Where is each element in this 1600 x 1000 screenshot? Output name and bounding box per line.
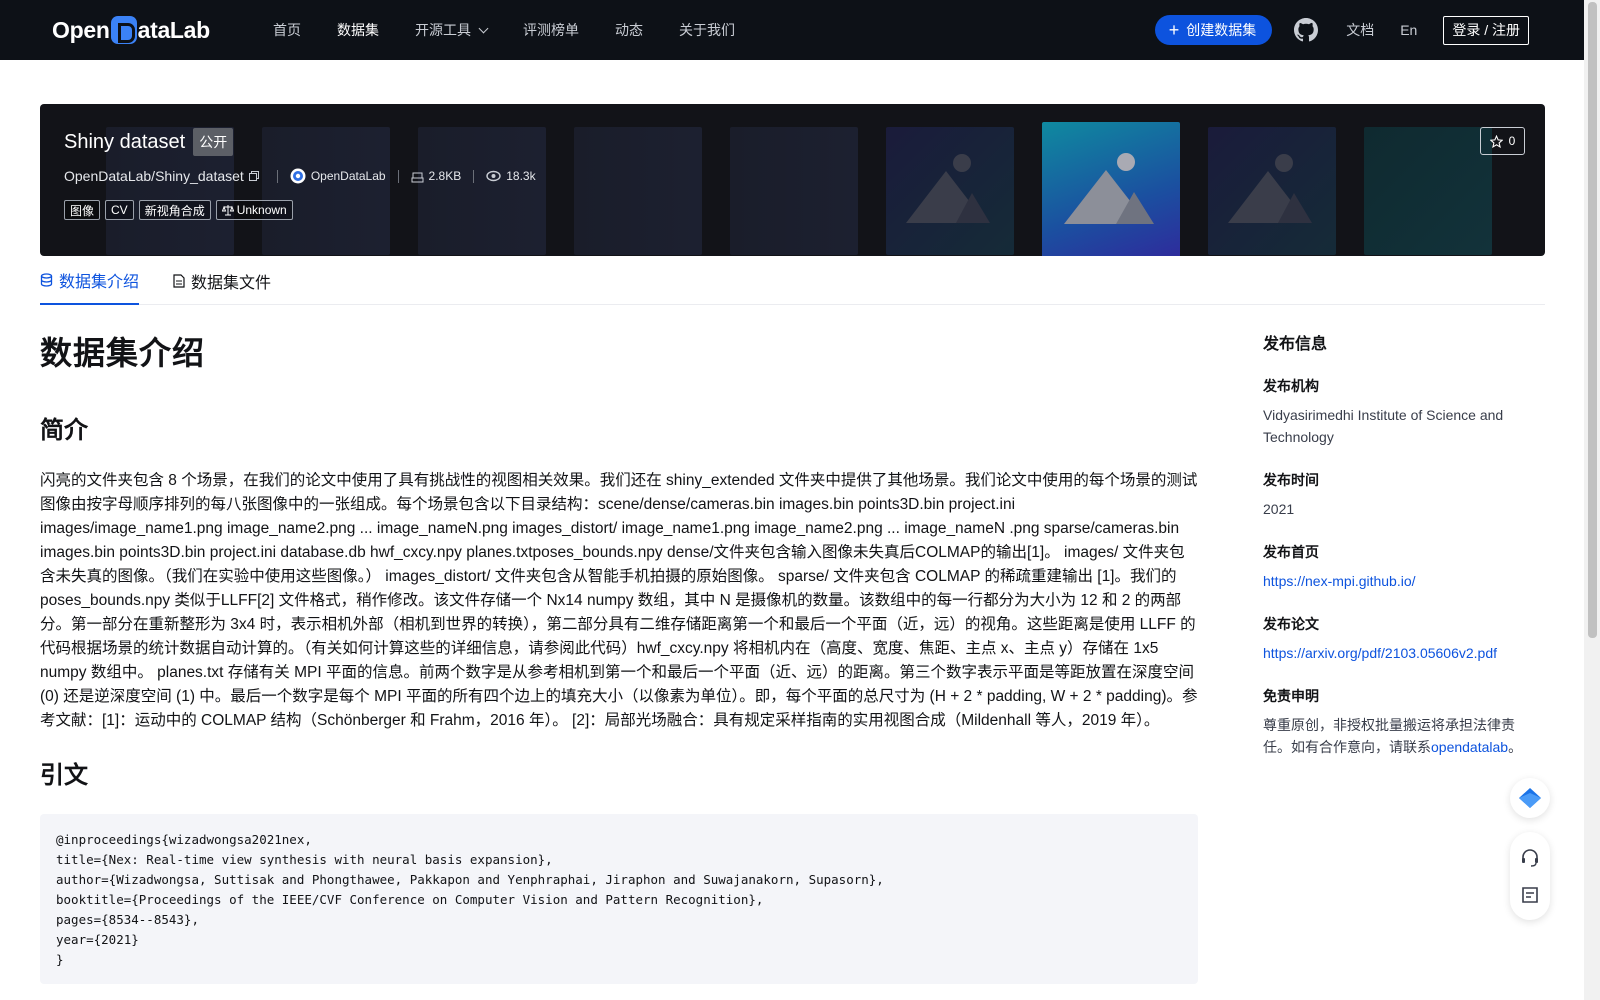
dataset-meta: OpenDataLab/Shiny_dataset OpenDataLab 2.… [64, 168, 536, 184]
star-button[interactable]: 0 [1480, 127, 1525, 155]
preview-thumbnail[interactable] [1208, 127, 1336, 255]
disclaimer-text: 尊重原创，非授权批量搬运将承担法律责任。如有合作意向，请联系opendatala… [1263, 717, 1523, 755]
tab-dataset-intro[interactable]: 数据集介绍 [40, 256, 140, 305]
paper-link[interactable]: https://arxiv.org/pdf/2103.05606v2.pdf [1263, 645, 1497, 661]
nav-right: + 创建数据集 文档 En 登录 / 注册 [1154, 0, 1529, 60]
contact-link[interactable]: opendatalab [1431, 739, 1508, 755]
intro-heading: 简介 [40, 417, 88, 444]
publish-info-sidebar: 发布信息 发布机构 Vidyasirimedhi Institute of Sc… [1263, 320, 1523, 758]
main-content: 数据集介绍 简介 闪亮的文件夹包含 8 个场景，在我们的论文中使用了具有挑战性的… [40, 320, 1198, 984]
intro-paragraph: 闪亮的文件夹包含 8 个场景，在我们的论文中使用了具有挑战性的视图相关效果。我们… [40, 472, 1198, 729]
repo-path: OpenDataLab/Shiny_dataset [64, 168, 244, 184]
nav-item-open-tools[interactable]: 开源工具 [415, 20, 489, 40]
eye-icon [486, 170, 501, 182]
copy-icon[interactable] [248, 170, 260, 182]
nav-item-news[interactable]: 动态 [615, 20, 643, 40]
docs-link[interactable]: 文档 [1346, 20, 1374, 40]
nav-item-home[interactable]: 首页 [273, 20, 301, 40]
database-icon [40, 272, 53, 287]
float-feature-button[interactable] [1510, 778, 1550, 818]
publisher-avatar-icon [290, 168, 306, 184]
file-icon [173, 273, 185, 288]
diamond-logo-icon [1519, 788, 1541, 808]
disclaimer-label: 免责申明 [1263, 688, 1319, 704]
nav-item-about[interactable]: 关于我们 [679, 20, 735, 40]
github-icon[interactable] [1294, 18, 1319, 42]
tab-dataset-files[interactable]: 数据集文件 [173, 256, 271, 305]
sidebar-heading: 发布信息 [1263, 336, 1328, 353]
preview-thumbnail[interactable] [1364, 127, 1492, 255]
image-placeholder-icon [1064, 153, 1154, 224]
star-icon [1489, 134, 1503, 148]
homepage-link[interactable]: https://nex-mpi.github.io/ [1263, 573, 1416, 589]
preview-thumbnail[interactable] [418, 127, 546, 255]
headset-support-icon[interactable] [1520, 847, 1540, 867]
image-placeholder-icon [1228, 154, 1312, 223]
preview-thumbnails [106, 122, 1520, 256]
dataset-tabs: 数据集介绍 数据集文件 [40, 256, 1545, 305]
nav-item-leaderboard[interactable]: 评测榜单 [523, 20, 579, 40]
dataset-size: 2.8KB [428, 169, 462, 183]
nav-item-datasets[interactable]: 数据集 [337, 20, 379, 40]
feedback-edit-icon[interactable] [1520, 885, 1540, 905]
tag-item[interactable]: 图像 [64, 200, 101, 220]
citation-heading: 引文 [40, 762, 88, 789]
time-label: 发布时间 [1263, 472, 1319, 488]
image-placeholder-icon [906, 154, 990, 223]
preview-thumbnail[interactable] [574, 127, 702, 255]
scrollbar-thumb[interactable] [1588, 2, 1597, 638]
opendatalab-logo[interactable]: Open ataLab [52, 14, 210, 46]
tag-list: 图像 CV 新视角合成 Unknown [64, 200, 298, 220]
page-title: 数据集介绍 [40, 335, 206, 371]
page-scrollbar[interactable] [1584, 0, 1600, 1000]
scale-icon [221, 205, 234, 216]
paper-label: 发布论文 [1263, 616, 1319, 632]
homepage-label: 发布首页 [1263, 544, 1319, 560]
preview-thumbnail[interactable] [730, 127, 858, 255]
dataset-name: Shiny dataset [64, 130, 186, 153]
create-dataset-button[interactable]: + 创建数据集 [1154, 15, 1273, 45]
preview-thumbnail-selected[interactable] [1042, 122, 1180, 256]
storage-icon [411, 172, 424, 182]
dataset-banner: Shiny dataset 公开 OpenDataLab/Shiny_datas… [40, 104, 1545, 256]
citation-code-block[interactable]: @inproceedings{wizadwongsa2021nex, title… [40, 814, 1198, 984]
visibility-badge: 公开 [193, 128, 234, 156]
tag-item[interactable]: CV [105, 200, 134, 220]
org-value: Vidyasirimedhi Institute of Science and … [1263, 407, 1504, 445]
star-count: 0 [1508, 134, 1516, 148]
login-register-button[interactable]: 登录 / 注册 [1443, 15, 1529, 45]
view-count: 18.3k [506, 169, 536, 183]
time-value: 2021 [1263, 501, 1295, 517]
preview-thumbnail[interactable] [886, 127, 1014, 255]
top-nav: Open ataLab 首页 数据集 开源工具 评测榜单 动态 关于我们 + 创建… [0, 0, 1584, 60]
preview-thumbnail[interactable] [262, 127, 390, 255]
plus-icon: + [1168, 20, 1180, 40]
float-action-group [1510, 832, 1550, 920]
publisher-name[interactable]: OpenDataLab [311, 169, 386, 183]
tag-item[interactable]: 新视角合成 [138, 200, 211, 220]
license-tag[interactable]: Unknown [215, 200, 293, 220]
org-label: 发布机构 [1263, 378, 1319, 394]
nav-menu: 首页 数据集 开源工具 评测榜单 动态 关于我们 [273, 0, 771, 60]
logo-mark-icon [110, 16, 137, 44]
chevron-down-icon [478, 23, 489, 33]
language-toggle[interactable]: En [1400, 22, 1417, 38]
